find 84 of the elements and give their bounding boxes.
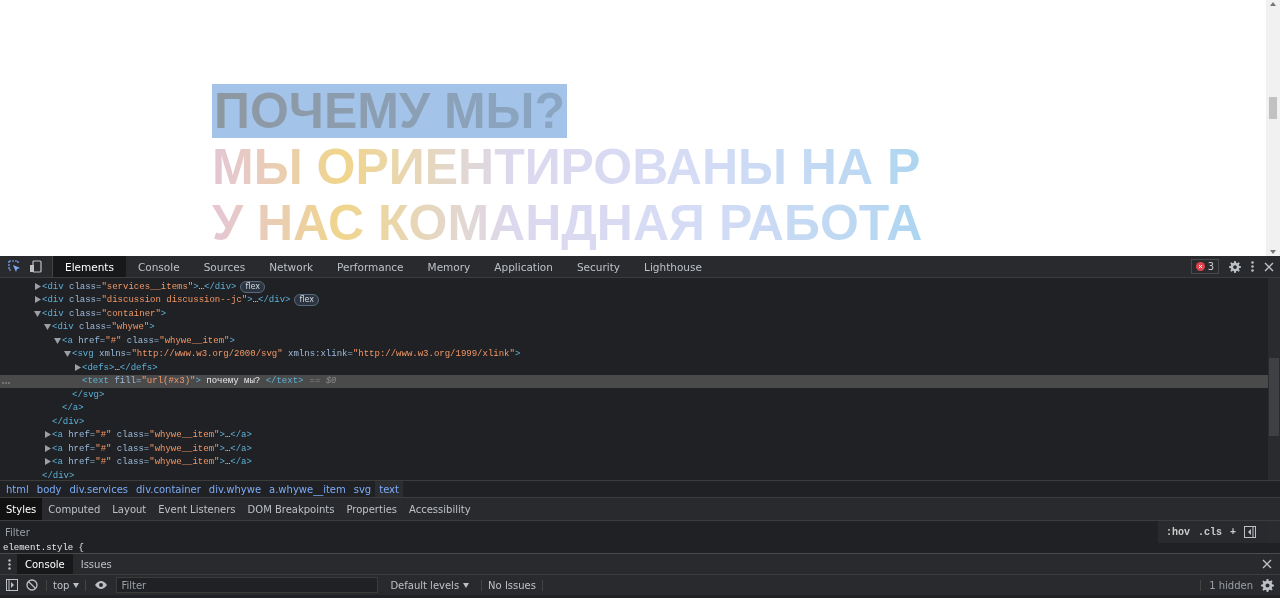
devtools-tab[interactable]: Console [125,256,192,277]
html-tag: <div class="services__items">…</div> [42,281,237,292]
devtools-tab[interactable]: Security [564,256,633,277]
devtools-tab[interactable]: Sources [191,256,258,277]
eye-icon[interactable] [94,580,109,590]
dom-node-row[interactable]: <a href="#" class="whywe__item">…</a> [0,455,1268,469]
scrollbar-thumb[interactable] [1269,97,1277,119]
devtools-tab[interactable]: Network [257,256,326,277]
html-tag: <a href="#" class="whywe__item">…</a> [52,430,252,441]
close-icon[interactable] [1264,261,1274,272]
menu-icon[interactable] [8,558,11,570]
breadcrumb[interactable]: svg [349,481,376,497]
dom-node-row[interactable]: <div class="container"> [0,307,1268,321]
dom-node-row[interactable]: <div class="discussion discussion--jc">…</div> flex [0,293,1268,307]
html-tag: <div class="whywe"> [52,322,155,333]
devtools-tab[interactable]: Memory [415,256,483,277]
menu-icon[interactable] [1251,261,1254,272]
breadcrumb[interactable]: a.whywe__item [265,481,350,497]
caret-icon [73,582,80,588]
styles-tab[interactable]: Styles [0,498,43,520]
breadcrumb[interactable]: html [2,481,33,497]
html-tag: <svg xmlns="http://www.w3.org/2000/svg" xmlns:xlink="http://www.w3.org/1999/xlink"> [72,349,521,360]
breadcrumb[interactable]: text [375,481,403,497]
dom-node-row[interactable]: <a href="#" class="whywe__item">…</a> [0,442,1268,456]
flex-badge[interactable]: flex [294,294,320,307]
styles-toolbar-button[interactable]: :hov [1165,526,1190,538]
scrollbar-thumb[interactable] [1269,358,1279,436]
styles-toolbar-button[interactable]: + [1230,526,1236,538]
sidebar-icon[interactable] [6,579,18,591]
styles-tab[interactable]: Properties [340,498,404,520]
styles-tab[interactable]: Event Listeners [152,498,242,520]
dom-node-row[interactable]: <a href="#" class="whywe__item">…</a> [0,428,1268,442]
styles-tab[interactable]: DOM Breakpoints [241,498,341,520]
styles-tab[interactable]: Accessibility [403,498,477,520]
error-counter[interactable]: 3 [1190,259,1219,274]
context-dropdown[interactable]: top [46,579,87,591]
styles-tab[interactable]: Computed [42,498,107,520]
settings-icon[interactable] [1261,578,1274,592]
html-tag: <defs>…</defs> [82,362,158,373]
html-tag: <a href="#" class="whywe__item"> [62,335,235,346]
scrollbar[interactable] [1266,0,1280,256]
inspect-icon[interactable] [8,260,21,273]
caret-icon [463,582,470,588]
device-toggle-icon[interactable] [29,260,42,273]
html-tag: <text fill="url(#x3)"> почему мы? </text> [82,376,304,387]
html-tag: <div class="container"> [42,308,167,319]
levels-dropdown[interactable]: Default levels [386,579,474,591]
collapsed-arrow-icon[interactable] [74,363,82,372]
styles-tab[interactable]: Layout [106,498,153,520]
close-icon[interactable] [1262,559,1272,569]
dom-node-row[interactable]: <a href="#" class="whywe__item"> [0,334,1268,348]
dom-node-row[interactable]: <div class="services__items">…</div> flex [0,280,1268,294]
flex-badge[interactable]: flex [240,280,266,293]
breadcrumb[interactable]: div.container [132,481,205,497]
devtools-tab[interactable]: Performance [325,256,416,277]
dom-node-row[interactable]: <div class="whywe"> [0,320,1268,334]
css-rule: element.style { [2,543,85,553]
drawer-tab[interactable]: Console [17,554,73,574]
devtools-tab[interactable]: Lighthouse [632,256,714,277]
breadcrumb[interactable]: div.services [65,481,132,497]
devtools-tab[interactable]: Elements [53,256,126,277]
console-filter-field[interactable]: Filter [116,577,379,593]
html-tag: <a href="#" class="whywe__item">…</a> [52,457,252,468]
styles-filter-field[interactable]: Filter [0,521,1158,543]
settings-icon[interactable] [1229,260,1241,273]
closing-tag: </div> [52,416,85,427]
sidebar-toggle-icon[interactable] [1244,526,1256,538]
dom-node-row[interactable]: <svg xmlns="http://www.w3.org/2000/svg" xmlns:xlink="http://www.w3.org/1999/xlink"> [0,347,1268,361]
drawer-tab[interactable]: Issues [72,554,120,574]
hidden-count: 1 hidden [1200,579,1253,591]
closing-tag: </div> [42,470,75,480]
breadcrumb[interactable]: body [32,481,66,497]
issues-button[interactable]: No Issues [481,579,543,591]
html-tag: <a href="#" class="whywe__item">…</a> [52,443,252,454]
devtools-tab[interactable]: Application [482,256,565,277]
clear-icon[interactable] [26,579,38,591]
closing-tag: </svg> [72,389,105,400]
html-tag: <div class="discussion discussion--jc">…</div> [42,295,291,306]
scroll-up-icon[interactable] [1269,0,1277,8]
error-icon [1195,262,1205,271]
closing-tag: </a> [62,403,84,414]
breadcrumb[interactable]: div.whywe [204,481,266,497]
dom-node-row[interactable]: <defs>…</defs> [0,361,1268,375]
styles-toolbar-button[interactable]: .cls [1197,526,1222,538]
